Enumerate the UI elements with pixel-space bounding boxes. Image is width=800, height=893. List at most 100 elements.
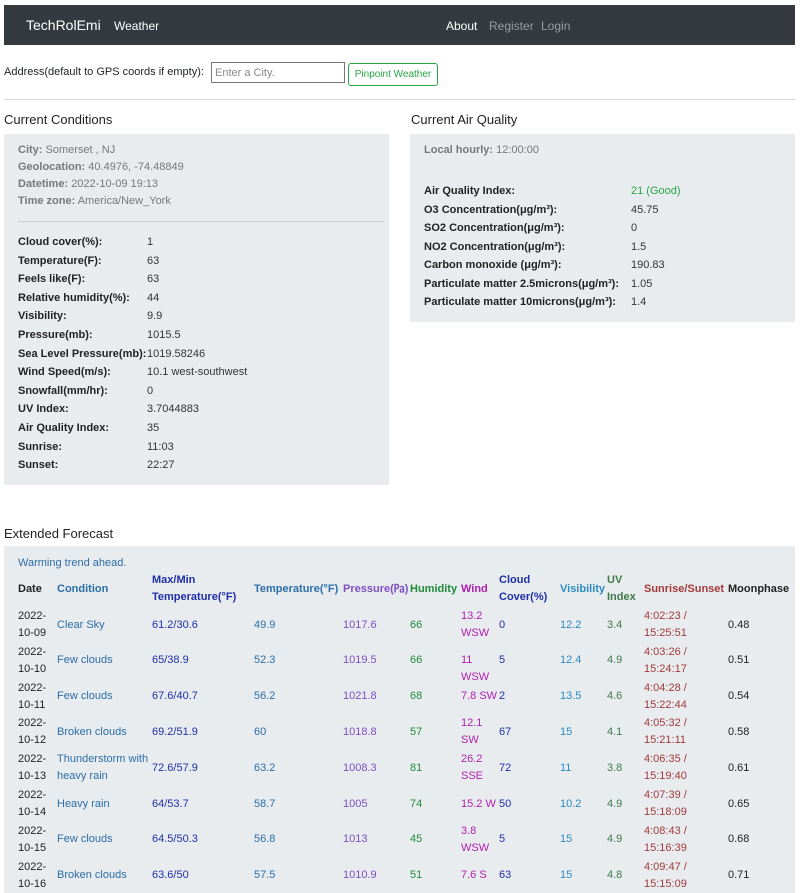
cell-condition: Few clouds [57, 690, 113, 703]
cell-date: 2022-10-15 [18, 824, 47, 854]
header-pressure: Pressure(㎩) [343, 583, 409, 595]
current-row-label: Snowfall(mm/hr): [18, 384, 108, 397]
cell-cloud: 5 [499, 833, 506, 846]
cell-moon: 0.48 [728, 618, 750, 631]
cell-temp: 56.8 [254, 833, 276, 846]
air-row-value: 1.5 [631, 240, 647, 253]
pinpoint-weather-button[interactable]: Pinpoint Weather [348, 63, 438, 86]
header-condition: Condition [57, 583, 109, 595]
cell-temp: 58.7 [254, 797, 276, 810]
air-row-value: 1.05 [631, 277, 653, 290]
cell-uv: 4.8 [607, 869, 623, 882]
air-row-label: NO2 Concentration(μg/m³): [424, 240, 566, 253]
cell-date: 2022-10-13 [18, 753, 47, 783]
cell-date: 2022-10-10 [18, 645, 47, 675]
cell-condition: Clear Sky [57, 618, 105, 631]
cell-humidity: 51 [410, 869, 423, 882]
local-hourly-value: 12:00:00 [496, 144, 539, 156]
cell-pressure: 1013 [343, 833, 368, 846]
cell-pressure: 1017.6 [343, 618, 377, 631]
cell-uv: 4.9 [607, 797, 623, 810]
cell-wind: 11 WSW [461, 654, 490, 684]
current-row-value: 11:03 [147, 440, 174, 453]
cell-wind: 3.8 WSW [461, 824, 490, 854]
nav-login-link[interactable]: Login [541, 19, 570, 33]
cell-humidity: 68 [410, 690, 423, 703]
cell-wind: 15.2 W [461, 797, 496, 810]
nav-about-link[interactable]: About [446, 19, 477, 33]
current-row-label: Sea Level Pressure(mb): [18, 347, 147, 360]
extended-forecast-title: Extended Forecast [4, 526, 114, 541]
cell-condition: Thunderstorm with heavy rain [57, 753, 149, 783]
current-row-label: Wind Speed(m/s): [18, 366, 111, 379]
cell-visibility: 12.4 [560, 654, 582, 667]
current-row-value: 0 [147, 384, 154, 397]
cell-visibility: 11 [560, 761, 572, 774]
cell-date: 2022-10-14 [18, 789, 47, 818]
cell-pressure: 1019.5 [343, 654, 377, 667]
timezone-value: America/New_York [77, 195, 171, 207]
brand-link[interactable]: TechRolEmi [26, 17, 101, 33]
header-wind: Wind [461, 583, 488, 595]
cell-pressure: 1008.3 [343, 761, 377, 774]
cell-cloud: 63 [499, 869, 512, 882]
cell-wind: 26.2 SSE [461, 753, 484, 783]
current-row-label: UV Index: [18, 403, 69, 416]
current-row-label: Pressure(mb): [18, 329, 93, 341]
current-conditions-title: Current Conditions [4, 112, 113, 127]
current-row-value: 1 [147, 236, 154, 248]
address-input[interactable] [211, 62, 345, 83]
cell-date: 2022-10-16 [18, 860, 47, 890]
current-row-label: Feels like(F): [18, 273, 86, 286]
current-row-value: 63 [147, 254, 160, 267]
cell-wind: 12.1 SW [461, 717, 483, 747]
cell-temp: 56.2 [254, 690, 276, 703]
cell-uv: 4.6 [607, 690, 623, 703]
cell-maxmin: 67.6/40.7 [152, 690, 198, 703]
header-visibility: Visibility [560, 583, 606, 595]
current-row-label: Cloud cover(%): [18, 236, 103, 248]
air-row-value: 190.83 [631, 259, 665, 271]
cell-sun: 4:09:47 / 15:15:09 [644, 860, 687, 890]
header-temp: Temperature(°F) [254, 583, 339, 595]
header-humidity: Humidity [410, 583, 458, 595]
cell-condition: Few clouds [57, 654, 113, 667]
cell-cloud: 67 [499, 725, 512, 738]
navbar: TechRolEmi Weather About Register Login [4, 5, 795, 45]
nav-register-link[interactable]: Register [489, 19, 534, 33]
cell-maxmin: 64/53.7 [152, 797, 189, 810]
geolocation-value: 40.4976, -74.48849 [88, 161, 184, 173]
cell-condition: Broken clouds [57, 725, 127, 738]
cell-humidity: 57 [410, 725, 423, 738]
cell-maxmin: 72.6/57.9 [152, 761, 198, 774]
cell-humidity: 66 [410, 618, 423, 631]
cell-visibility: 10.2 [560, 797, 582, 810]
current-row-label: Relative humidity(%): [18, 291, 130, 304]
cell-temp: 52.3 [254, 654, 276, 667]
cell-moon: 0.51 [728, 654, 750, 667]
cell-sun: 4:07:39 / 15:18:09 [644, 789, 687, 818]
air-quality-panel: Local hourly: 12:00:00 Air Quality Index… [410, 134, 795, 322]
nav-weather-link[interactable]: Weather [114, 19, 159, 33]
cell-visibility: 13.5 [560, 690, 582, 703]
current-row-value: 44 [147, 291, 160, 304]
air-row-value: 0 [631, 222, 638, 234]
cell-sun: 4:08:43 / 15:16:39 [644, 824, 687, 854]
cell-temp: 60 [254, 725, 267, 738]
cell-humidity: 66 [410, 654, 423, 667]
cell-uv: 3.4 [607, 618, 623, 631]
datetime-line: Datetime: 2022-10-09 19:13 [18, 178, 159, 190]
divider [4, 99, 795, 100]
panel-divider [18, 221, 384, 222]
cell-condition: Heavy rain [57, 797, 110, 810]
cell-moon: 0.61 [728, 761, 750, 774]
cell-date: 2022-10-09 [18, 610, 47, 639]
current-row-value: 1019.58246 [147, 347, 206, 360]
cell-maxmin: 69.2/51.9 [152, 725, 198, 738]
cell-uv: 4.1 [607, 725, 623, 738]
trend-text: Warming trend ahead. [18, 557, 127, 569]
cell-sun: 4:02:23 / 15:25:51 [644, 610, 687, 639]
air-quality-title: Current Air Quality [411, 112, 518, 127]
air-row-label: Carbon monoxide (μg/m³): [424, 259, 562, 271]
cell-moon: 0.65 [728, 797, 750, 810]
